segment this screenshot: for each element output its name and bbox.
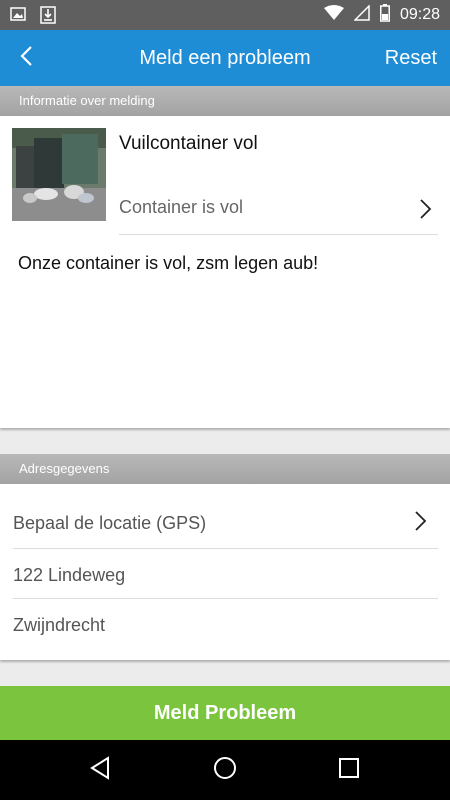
gps-chevron-button[interactable] [413, 510, 431, 532]
gps-location-button[interactable]: Bepaal de locatie (GPS) [13, 513, 206, 534]
back-triangle-icon [89, 755, 111, 785]
divider [119, 234, 438, 235]
nav-recents-button[interactable] [334, 755, 364, 785]
reset-button[interactable]: Reset [385, 30, 437, 86]
category-title: Vuilcontainer vol [119, 133, 258, 154]
category-subtitle[interactable]: Container is vol [119, 197, 243, 218]
section-header-info: Informatie over melding [0, 86, 450, 116]
nav-back-button[interactable] [85, 755, 115, 785]
street-field[interactable]: 122 Lindeweg [13, 565, 125, 586]
page-title: Meld een probleem [139, 47, 311, 69]
city-field[interactable]: Zwijndrecht [13, 615, 105, 636]
recents-square-icon [338, 757, 360, 784]
image-icon [10, 6, 26, 29]
chevron-right-icon [413, 511, 427, 536]
battery-icon [379, 3, 390, 27]
back-button[interactable] [10, 42, 42, 74]
chevron-right-icon [418, 199, 432, 224]
system-nav-bar [0, 740, 450, 800]
section-header-address: Adresgegevens [0, 454, 450, 484]
category-chevron-button[interactable] [418, 198, 436, 220]
divider [13, 598, 438, 599]
back-arrow-icon [19, 45, 33, 72]
report-description[interactable]: Onze container is vol, zsm legen aub! [18, 253, 318, 274]
home-circle-icon [213, 756, 237, 785]
report-photo [12, 128, 106, 221]
divider [13, 548, 438, 549]
status-bar: 09:28 [0, 0, 450, 30]
signal-icon [353, 3, 370, 26]
status-time: 09:28 [399, 6, 440, 23]
download-icon [40, 6, 56, 29]
nav-home-button[interactable] [210, 755, 240, 785]
app-bar: Meld een probleem Reset [0, 30, 450, 86]
wifi-icon [323, 4, 344, 26]
submit-report-button[interactable]: Meld Probleem [0, 686, 450, 740]
